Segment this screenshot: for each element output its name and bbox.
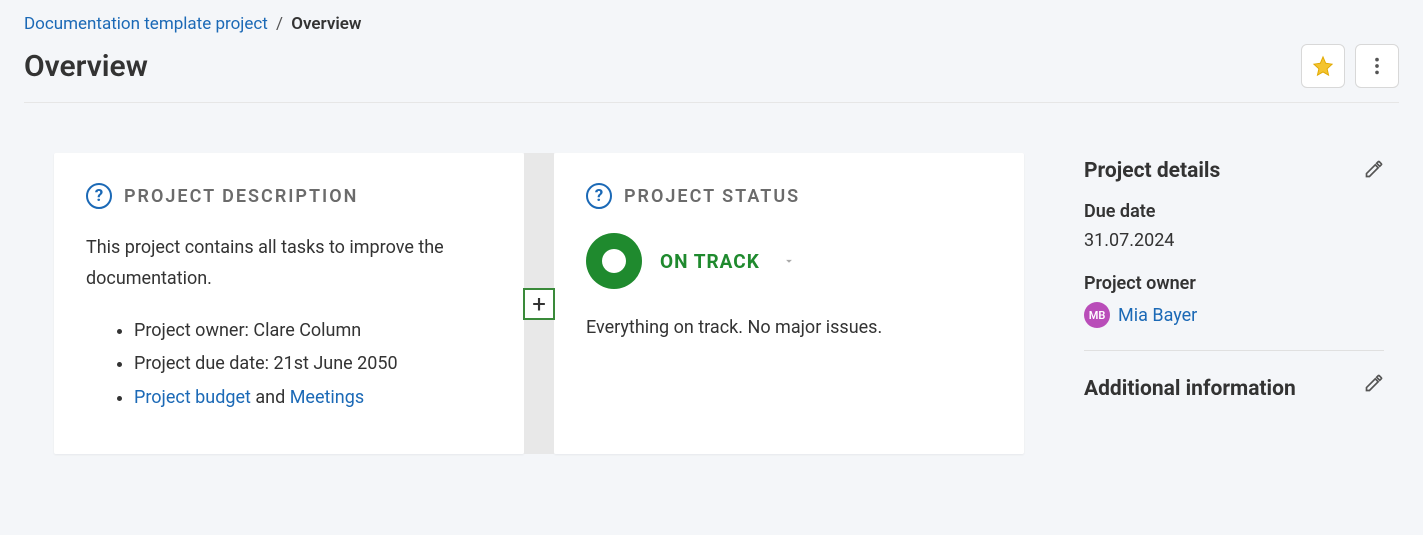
project-details-sidebar: Project details Due date 31.07.2024 Proj… [1084,153,1384,454]
project-owner-link[interactable]: Mia Bayer [1118,305,1197,326]
due-date-value: 31.07.2024 [1084,230,1384,251]
pencil-icon [1364,159,1384,179]
description-list: Project owner: Clare Column Project due … [86,314,492,414]
status-description: Everything on track. No major issues. [586,317,992,338]
project-details-heading: Project details [1084,159,1220,183]
edit-details-button[interactable] [1364,159,1384,183]
breadcrumb-parent-link[interactable]: Documentation template project [24,14,268,34]
kebab-menu-icon [1366,55,1388,77]
project-description-widget: ? PROJECT DESCRIPTION This project conta… [54,153,524,454]
breadcrumb: Documentation template project / Overvie… [24,10,1399,34]
widgets-container: ? PROJECT DESCRIPTION This project conta… [54,153,1024,454]
list-item: Project owner: Clare Column [134,314,492,347]
widget-divider: + [524,153,554,454]
list-item: Project budget and Meetings [134,381,492,414]
description-text: This project contains all tasks to impro… [86,233,492,294]
status-label: ON TRACK [660,250,760,273]
project-status-widget: ? PROJECT STATUS ON TRACK Everything on … [554,153,1024,454]
page-title: Overview [24,49,148,84]
star-icon [1312,55,1334,77]
project-budget-link[interactable]: Project budget [134,387,251,408]
help-icon[interactable]: ? [86,183,112,209]
breadcrumb-separator: / [276,14,283,34]
favorite-button[interactable] [1301,44,1345,88]
plus-icon: + [532,292,546,316]
chevron-down-icon [782,254,796,268]
status-indicator-icon [586,233,642,289]
status-selector[interactable]: ON TRACK [586,233,992,289]
help-icon[interactable]: ? [586,183,612,209]
widget-title-status: PROJECT STATUS [624,186,800,207]
header-actions [1301,44,1399,88]
meetings-link[interactable]: Meetings [290,387,364,408]
avatar: MB [1084,302,1110,328]
more-options-button[interactable] [1355,44,1399,88]
due-date-label: Due date [1084,201,1384,222]
breadcrumb-current: Overview [291,14,361,34]
add-widget-button[interactable]: + [523,288,555,320]
edit-additional-button[interactable] [1364,373,1384,397]
pencil-icon [1364,373,1384,393]
widget-title-description: PROJECT DESCRIPTION [124,186,358,207]
additional-information-heading: Additional information [1084,373,1296,407]
list-item: Project due date: 21st June 2050 [134,347,492,380]
project-owner-label: Project owner [1084,273,1384,294]
